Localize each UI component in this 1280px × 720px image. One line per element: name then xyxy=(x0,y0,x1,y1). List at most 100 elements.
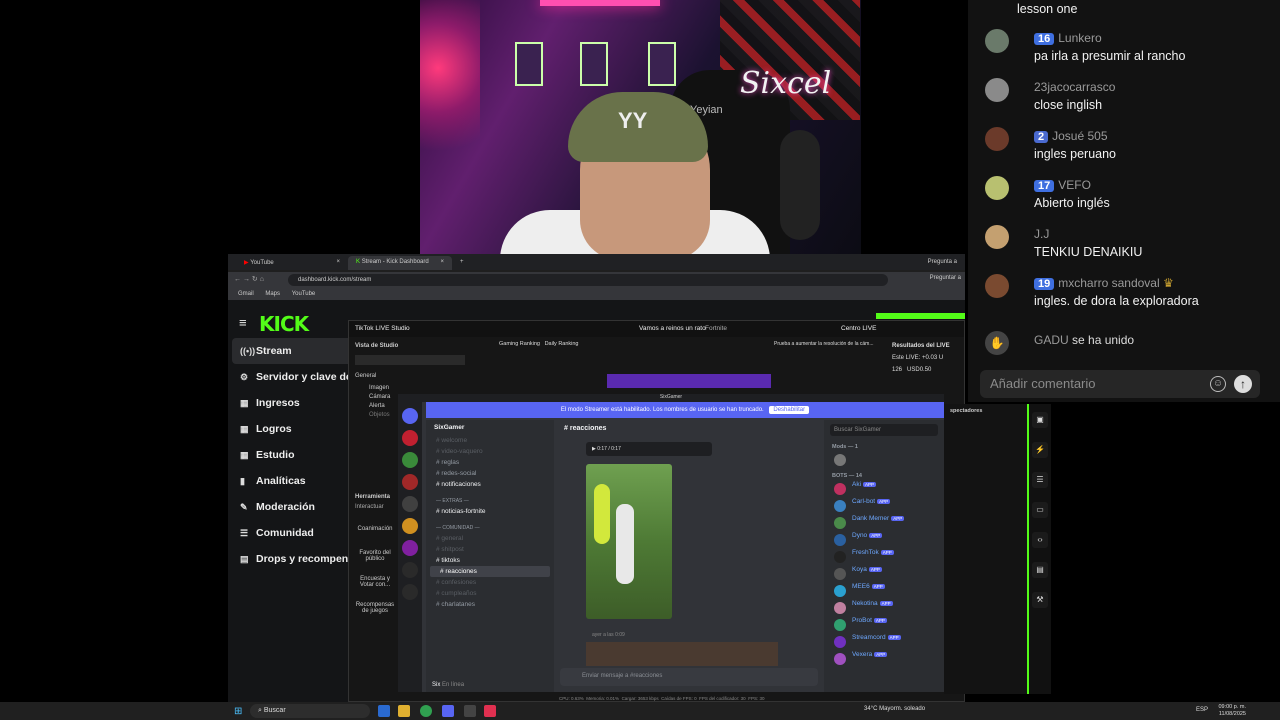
nav-ingresos[interactable]: ▦ Ingresos xyxy=(228,390,358,416)
close-icon[interactable]: × xyxy=(336,259,340,265)
server-icon[interactable] xyxy=(402,452,418,468)
category-header[interactable]: — COMUNIDAD — xyxy=(426,523,554,533)
discord-icon[interactable] xyxy=(442,705,454,717)
video-controls[interactable]: ▶ 0:17 / 0:17 xyxy=(586,442,712,456)
send-icon[interactable]: ↑ xyxy=(1234,375,1252,393)
tiktok-icon[interactable] xyxy=(484,705,496,717)
close-icon[interactable]: × xyxy=(440,259,444,265)
chrome-icon[interactable] xyxy=(420,705,432,717)
language-indicator[interactable]: ESP xyxy=(1196,707,1208,713)
category-header[interactable]: — EXTRAS — xyxy=(426,496,554,506)
member-item[interactable]: Streamcord APP xyxy=(824,634,944,651)
nav-comunidad[interactable]: ☰ Comunidad xyxy=(228,520,358,546)
video-attachment[interactable] xyxy=(586,464,672,619)
member-item[interactable]: ProBot APP xyxy=(824,617,944,634)
avatar[interactable] xyxy=(985,176,1009,200)
tab-youtube[interactable]: ▶ YouTube × xyxy=(236,256,348,270)
nav-stream[interactable]: ((•)) Stream xyxy=(232,338,354,364)
tool-icon[interactable]: ▣ xyxy=(1032,412,1048,428)
channel-item[interactable]: # general xyxy=(426,533,554,544)
taskbar-search[interactable]: ⌕ Buscar xyxy=(250,704,370,718)
studio-view-select[interactable]: Vista de Studio xyxy=(355,343,475,349)
nav-server-key[interactable]: ⚙ Servidor y clave de re xyxy=(228,364,358,390)
chat-username[interactable]: Josué 505 xyxy=(1052,129,1107,143)
app-icon[interactable] xyxy=(464,705,476,717)
tool-coanimation[interactable]: Coanimación xyxy=(355,526,395,532)
avatar[interactable] xyxy=(985,127,1009,151)
server-icon[interactable] xyxy=(402,562,418,578)
centro-live-button[interactable]: Centro LIVE xyxy=(841,325,876,332)
stream-title[interactable]: Vamos a reinos un rato xyxy=(639,325,706,332)
bookmark-gmail[interactable]: Gmail xyxy=(238,291,254,297)
image-attachment[interactable] xyxy=(586,642,778,666)
chat-username[interactable]: VEFO xyxy=(1058,178,1091,192)
list-icon[interactable]: ☰ xyxy=(1032,472,1048,488)
url-field[interactable]: dashboard.kick.com/stream xyxy=(288,274,888,286)
app-icon[interactable] xyxy=(378,705,390,717)
member-item[interactable]: FreshTok APP xyxy=(824,549,944,566)
server-search[interactable]: Buscar SixGamer xyxy=(830,424,938,436)
nav-analiticas[interactable]: ▮ Analíticas xyxy=(228,468,358,494)
tool-favorite[interactable]: Favorito del público xyxy=(355,550,395,562)
chat-comment-input[interactable]: Añadir comentario ☺ ↑ xyxy=(980,370,1260,398)
source-image[interactable]: Imagen xyxy=(369,385,461,391)
chat-username[interactable]: Lunkero xyxy=(1058,31,1101,45)
folder-icon[interactable] xyxy=(398,705,410,717)
channel-item[interactable]: # welcome xyxy=(426,435,554,446)
lightning-icon[interactable]: ⚡ xyxy=(1032,442,1048,458)
tool-poll[interactable]: Encuesta y Votar con... xyxy=(355,576,395,588)
wrench-icon[interactable]: ⚒ xyxy=(1032,592,1048,608)
member-item[interactable]: Dank Memer APP xyxy=(824,515,944,532)
windows-start-icon[interactable]: ⊞ xyxy=(234,706,242,717)
server-icon[interactable] xyxy=(402,474,418,490)
nav-estudio[interactable]: ▦ Estudio xyxy=(228,442,358,468)
kick-logo[interactable]: KICK xyxy=(259,312,309,336)
channel-item[interactable]: # shitpost xyxy=(426,544,554,555)
avatar[interactable] xyxy=(985,29,1009,53)
clock[interactable]: 09:00 p. m. 11/08/2025 xyxy=(1218,704,1246,718)
bookmark-maps[interactable]: Maps xyxy=(265,291,280,297)
document-icon[interactable]: ▤ xyxy=(1032,562,1048,578)
server-icon[interactable] xyxy=(402,430,418,446)
view-toggle[interactable] xyxy=(355,355,465,365)
user-panel[interactable]: Six En línea xyxy=(432,682,464,688)
resolution-hint[interactable]: Prueba a aumentar la resolución de la cá… xyxy=(774,341,874,347)
nav-drops[interactable]: ▤ Drops y recompensas xyxy=(228,546,358,572)
channel-item[interactable]: # tiktoks xyxy=(426,555,554,566)
channel-item[interactable]: # noticias-fortnite xyxy=(426,506,554,517)
chat-username[interactable]: mxcharro sandoval xyxy=(1058,276,1159,290)
member-item[interactable]: Carl-bot APP xyxy=(824,498,944,515)
nav-moderacion[interactable]: ✎ Moderación xyxy=(228,494,358,520)
bookmark-youtube[interactable]: YouTube xyxy=(292,291,316,297)
avatar[interactable] xyxy=(985,78,1009,102)
tab-daily-ranking[interactable]: Daily Ranking xyxy=(545,341,579,347)
member-item[interactable]: MEE6 APP xyxy=(824,583,944,600)
channel-item[interactable]: # cumpleaños xyxy=(426,588,554,599)
ask-tab[interactable]: Pregunta a xyxy=(920,256,965,270)
nav-logros[interactable]: ▦ Logros xyxy=(228,416,358,442)
tab-kick-dashboard[interactable]: K Stream - Kick Dashboard × xyxy=(348,256,452,270)
channel-item[interactable]: # charlatanes xyxy=(426,599,554,610)
discord-home-icon[interactable] xyxy=(402,408,418,424)
tool-game-rewards[interactable]: Recompensas de juegos xyxy=(355,602,395,614)
server-icon[interactable] xyxy=(402,540,418,556)
weather-widget[interactable]: 34°C Mayorm. soleado xyxy=(864,706,925,712)
tab-gaming-ranking[interactable]: Gaming Ranking xyxy=(499,341,540,347)
server-icon[interactable] xyxy=(402,584,418,600)
code-icon[interactable]: ‹› xyxy=(1032,532,1048,548)
server-icon[interactable] xyxy=(402,496,418,512)
server-icon[interactable] xyxy=(402,518,418,534)
member-item[interactable]: Koya APP xyxy=(824,566,944,583)
disable-button[interactable]: Deshabilitar xyxy=(769,406,810,414)
emoji-icon[interactable]: ☺ xyxy=(1210,376,1226,392)
ask-button[interactable]: Preguntar a xyxy=(930,275,961,281)
member-item[interactable]: Dyno APP xyxy=(824,532,944,549)
new-tab-icon[interactable]: + xyxy=(452,256,472,270)
member-item[interactable] xyxy=(824,452,944,469)
avatar[interactable] xyxy=(985,225,1009,249)
server-name[interactable]: SixGamer xyxy=(426,420,554,435)
avatar[interactable] xyxy=(985,274,1009,298)
join-username[interactable]: GADU xyxy=(1034,333,1069,347)
member-item[interactable]: Aki APP xyxy=(824,481,944,498)
member-item[interactable]: Nekotina APP xyxy=(824,600,944,617)
